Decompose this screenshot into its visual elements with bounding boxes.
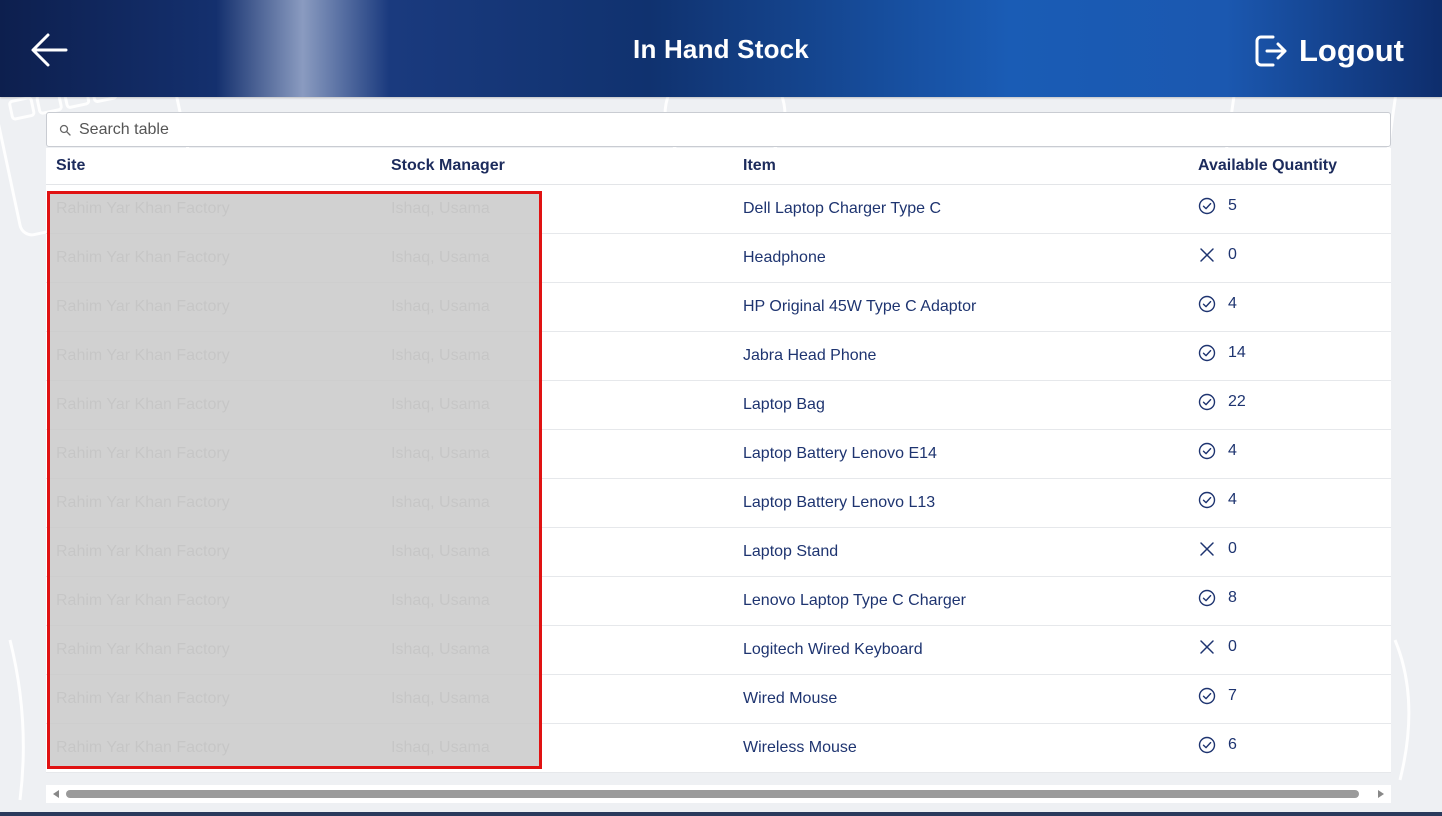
quantity-value: 14 — [1228, 344, 1246, 361]
bottom-border — [0, 812, 1442, 816]
cell-available-quantity: 4 — [1198, 295, 1237, 313]
cell-available-quantity: 4 — [1198, 491, 1237, 509]
scroll-left-icon[interactable] — [53, 790, 59, 798]
quantity-value: 5 — [1228, 197, 1237, 214]
cell-available-quantity: 5 — [1198, 197, 1237, 215]
cell-available-quantity: 14 — [1198, 344, 1246, 362]
cell-item: Laptop Stand — [743, 543, 839, 560]
cell-item: Jabra Head Phone — [743, 347, 877, 364]
column-header-site[interactable]: Site — [56, 157, 85, 175]
scroll-right-icon[interactable] — [1378, 790, 1384, 798]
cell-item: Wireless Mouse — [743, 739, 857, 756]
quantity-value: 4 — [1228, 442, 1237, 459]
cross-icon — [1200, 248, 1214, 262]
check-circle-icon — [1198, 589, 1216, 607]
search-input[interactable] — [77, 119, 1361, 140]
table-header: Site Stock Manager Item Available Quanti… — [46, 148, 1391, 185]
app-header: In Hand Stock Logout — [0, 0, 1442, 97]
horizontal-scrollbar[interactable] — [46, 785, 1391, 803]
page-title: In Hand Stock — [633, 34, 809, 64]
cell-item: HP Original 45W Type C Adaptor — [743, 298, 977, 315]
quantity-value: 4 — [1228, 295, 1237, 312]
cell-available-quantity: 0 — [1198, 638, 1237, 656]
cell-item: Laptop Battery Lenovo L13 — [743, 494, 936, 511]
column-header-available-quantity[interactable]: Available Quantity — [1198, 157, 1337, 175]
logout-button[interactable]: Logout — [1253, 30, 1404, 72]
cell-available-quantity: 4 — [1198, 442, 1237, 460]
check-circle-icon — [1198, 491, 1216, 509]
cross-icon — [1200, 542, 1214, 556]
check-circle-icon — [1198, 442, 1216, 460]
redaction-box — [47, 191, 542, 769]
cell-item: Lenovo Laptop Type C Charger — [743, 592, 966, 609]
check-circle-icon — [1198, 197, 1216, 215]
cell-item: Wired Mouse — [743, 690, 838, 707]
search-icon — [59, 124, 71, 136]
check-circle-icon — [1198, 344, 1216, 362]
cell-item: Dell Laptop Charger Type C — [743, 200, 942, 217]
cell-available-quantity: 22 — [1198, 393, 1246, 411]
column-header-stock-manager[interactable]: Stock Manager — [391, 157, 505, 175]
quantity-value: 4 — [1228, 491, 1237, 508]
column-header-item[interactable]: Item — [743, 157, 776, 175]
cell-available-quantity: 0 — [1198, 246, 1237, 264]
quantity-value: 0 — [1228, 638, 1237, 655]
logout-icon — [1255, 35, 1287, 67]
cell-available-quantity: 7 — [1198, 687, 1237, 705]
quantity-value: 6 — [1228, 736, 1237, 753]
cell-item: Laptop Battery Lenovo E14 — [743, 445, 937, 462]
logout-label: Logout — [1298, 33, 1404, 68]
cell-available-quantity: 6 — [1198, 736, 1237, 754]
cell-available-quantity: 8 — [1198, 589, 1237, 607]
cross-icon — [1200, 640, 1214, 654]
check-circle-icon — [1198, 687, 1216, 705]
check-circle-icon — [1198, 393, 1216, 411]
cell-available-quantity: 0 — [1198, 540, 1237, 558]
scrollbar-thumb[interactable] — [66, 790, 1359, 798]
quantity-value: 7 — [1228, 687, 1237, 704]
check-circle-icon — [1198, 295, 1216, 313]
cell-item: Headphone — [743, 249, 826, 266]
check-circle-icon — [1198, 736, 1216, 754]
quantity-value: 0 — [1228, 540, 1237, 557]
quantity-value: 8 — [1228, 589, 1237, 606]
search-box[interactable] — [46, 112, 1391, 147]
quantity-value: 22 — [1228, 393, 1246, 410]
cell-item: Logitech Wired Keyboard — [743, 641, 923, 658]
quantity-value: 0 — [1228, 246, 1237, 263]
cell-item: Laptop Bag — [743, 396, 825, 413]
